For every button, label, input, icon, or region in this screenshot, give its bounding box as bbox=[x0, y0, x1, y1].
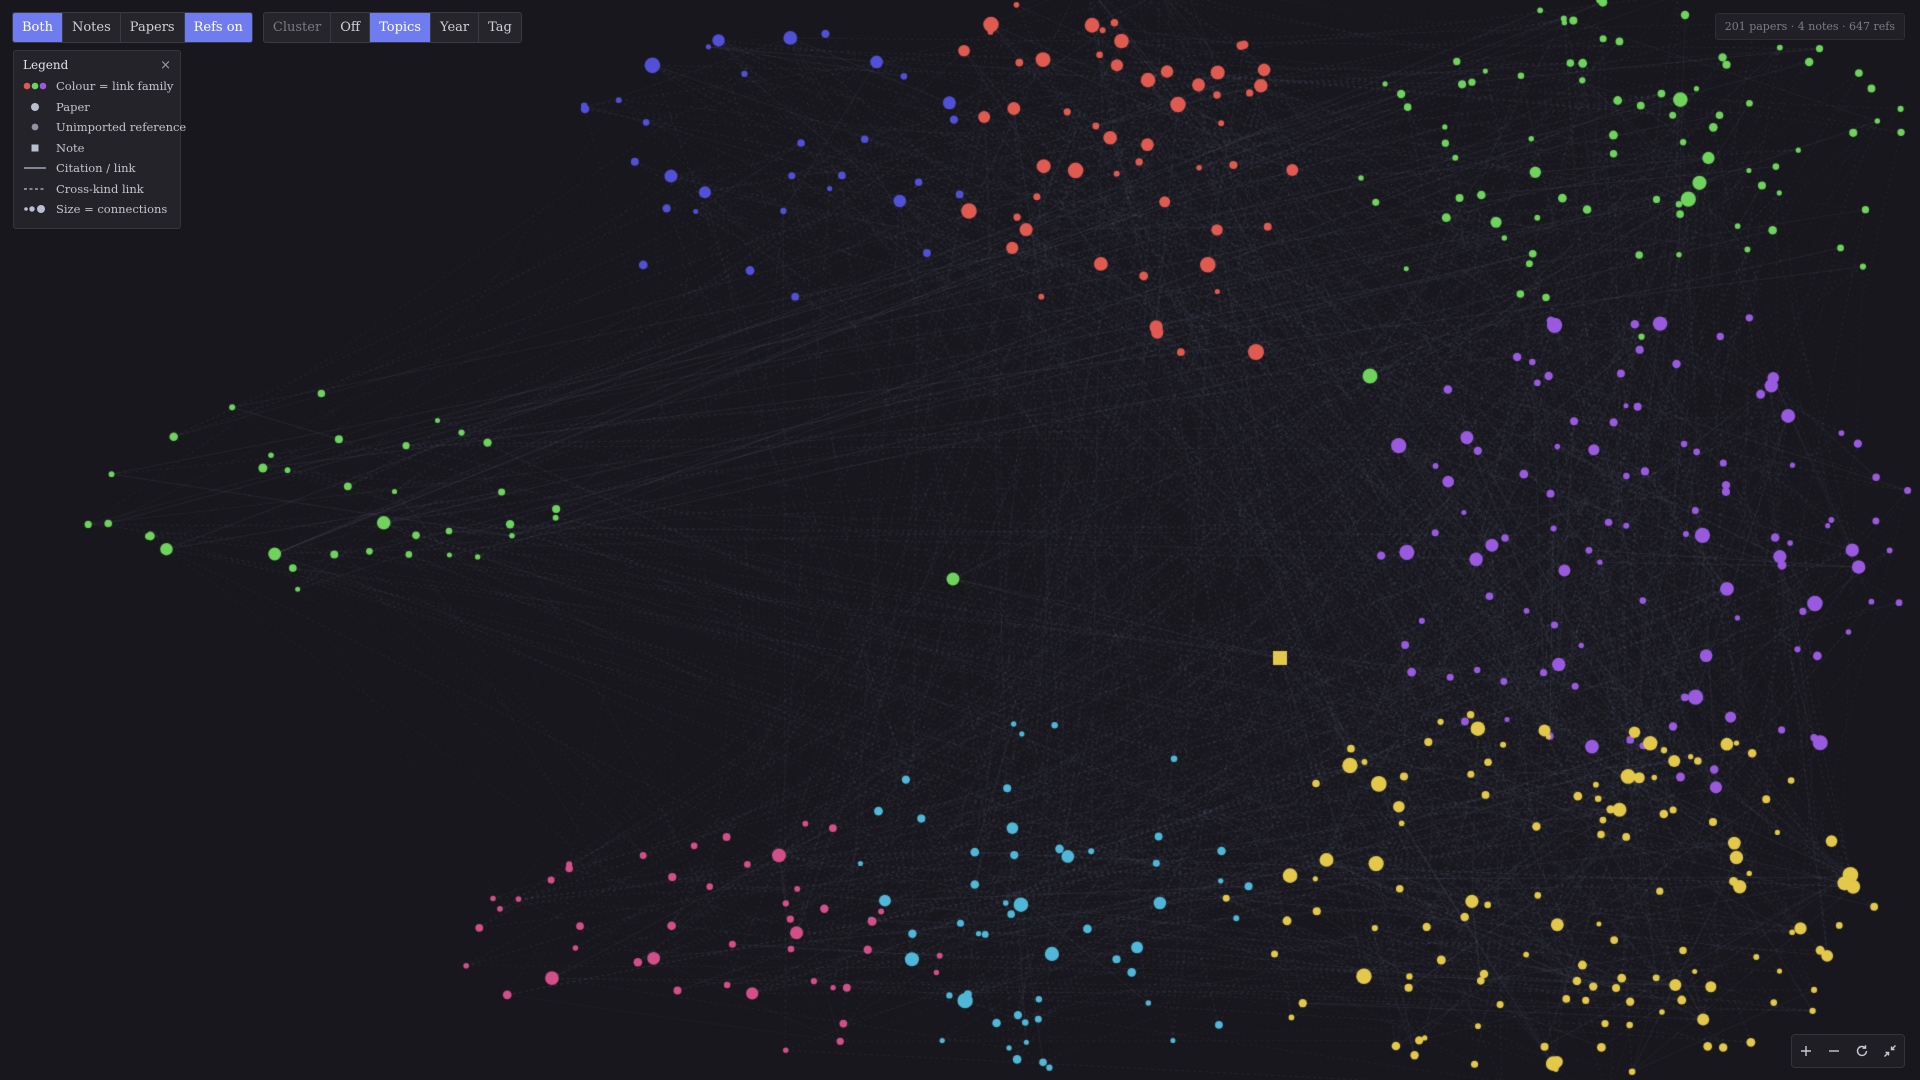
view-toggle-group: Both Notes Papers Refs on bbox=[12, 12, 253, 43]
legend-item-note: Note bbox=[23, 138, 171, 159]
legend-item-citation: Citation / link bbox=[23, 158, 171, 179]
note-square-icon bbox=[23, 142, 47, 154]
zoom-controls bbox=[1791, 1034, 1905, 1068]
legend-item-paper: Paper bbox=[23, 97, 171, 118]
citation-graph-canvas[interactable] bbox=[0, 0, 1920, 1080]
unimported-dot-icon bbox=[23, 121, 47, 133]
legend-label-citation: Citation / link bbox=[56, 161, 136, 176]
layout-tag-button[interactable]: Tag bbox=[479, 13, 521, 42]
plus-icon bbox=[1801, 1046, 1811, 1056]
layout-year-button[interactable]: Year bbox=[431, 13, 480, 42]
solid-line-icon bbox=[23, 162, 47, 174]
legend-label-colour: Colour = link family bbox=[56, 79, 174, 94]
view-notes-button[interactable]: Notes bbox=[62, 13, 121, 42]
minus-icon bbox=[1829, 1050, 1839, 1052]
legend-panel: Legend × Colour = link family Paper Unim… bbox=[13, 50, 186, 229]
reset-view-button[interactable] bbox=[1848, 1035, 1876, 1067]
legend-label-unimported: Unimported reference bbox=[56, 120, 187, 135]
layout-off-button[interactable]: Off bbox=[331, 13, 371, 42]
dashed-line-icon bbox=[23, 183, 47, 195]
refs-toggle-button[interactable]: Refs on bbox=[184, 13, 252, 42]
legend-item-colour: Colour = link family bbox=[23, 76, 174, 97]
legend-item-cross-kind: Cross-kind link bbox=[23, 179, 171, 200]
fit-view-button[interactable] bbox=[1876, 1035, 1904, 1067]
toolbar: Both Notes Papers Refs on Cluster Off To… bbox=[12, 12, 522, 43]
legend-item-size: Size = connections bbox=[23, 199, 171, 220]
legend-label-paper: Paper bbox=[56, 99, 90, 114]
legend-close-button[interactable]: × bbox=[160, 59, 171, 72]
layout-cluster-button[interactable]: Cluster bbox=[263, 13, 332, 42]
legend-label-note: Note bbox=[56, 140, 85, 155]
zoom-out-button[interactable] bbox=[1820, 1035, 1848, 1067]
size-dots-icon bbox=[23, 203, 47, 215]
legend-item-unimported: Unimported reference bbox=[23, 117, 186, 138]
zoom-in-button[interactable] bbox=[1792, 1035, 1820, 1067]
collapse-icon bbox=[1884, 1045, 1896, 1057]
refresh-icon bbox=[1856, 1045, 1868, 1057]
legend-label-size: Size = connections bbox=[56, 202, 168, 217]
colour-dots-icon bbox=[23, 80, 47, 92]
legend-title: Legend bbox=[23, 58, 69, 72]
view-both-button[interactable]: Both bbox=[13, 13, 63, 42]
legend-label-cross-kind: Cross-kind link bbox=[56, 181, 144, 196]
graph-stats: 201 papers · 4 notes · 647 refs bbox=[1714, 13, 1905, 40]
layout-topics-button[interactable]: Topics bbox=[370, 13, 432, 42]
paper-dot-icon bbox=[23, 101, 47, 113]
layout-toggle-group: Cluster Off Topics Year Tag bbox=[262, 12, 522, 43]
view-papers-button[interactable]: Papers bbox=[120, 13, 185, 42]
